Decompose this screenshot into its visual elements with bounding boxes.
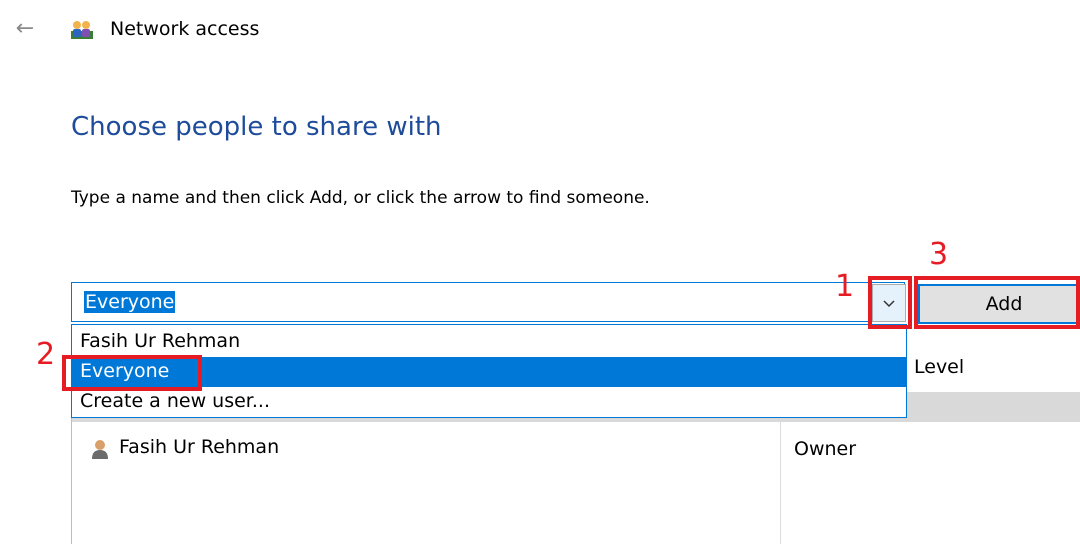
table-row-user-name[interactable]: Fasih Ur Rehman [119,434,279,460]
annotation-box-3 [914,276,1080,329]
instruction-text: Type a name and then click Add, or click… [71,188,650,208]
annotation-number-2: 2 [36,337,56,372]
back-button[interactable]: ← [10,14,40,44]
window-title: Network access [110,18,260,40]
column-header-level[interactable]: Level [914,354,964,380]
annotation-box-1 [868,276,912,329]
dropdown-option-create-user[interactable]: Create a new user... [72,387,906,417]
back-arrow-icon: ← [15,16,35,41]
user-combo-input[interactable]: Everyone [71,282,905,322]
annotation-number-3: 3 [929,237,949,272]
table-row-user-level[interactable]: Owner [794,436,856,462]
annotation-number-1: 1 [835,269,855,304]
network-users-icon [71,19,93,39]
combo-value[interactable]: Everyone [84,289,176,315]
page-heading: Choose people to share with [71,112,442,142]
dropdown-option-fasih[interactable]: Fasih Ur Rehman [72,327,906,357]
combo-selected-text: Everyone [84,291,176,313]
user-icon [91,439,109,459]
annotation-box-2 [62,355,202,391]
